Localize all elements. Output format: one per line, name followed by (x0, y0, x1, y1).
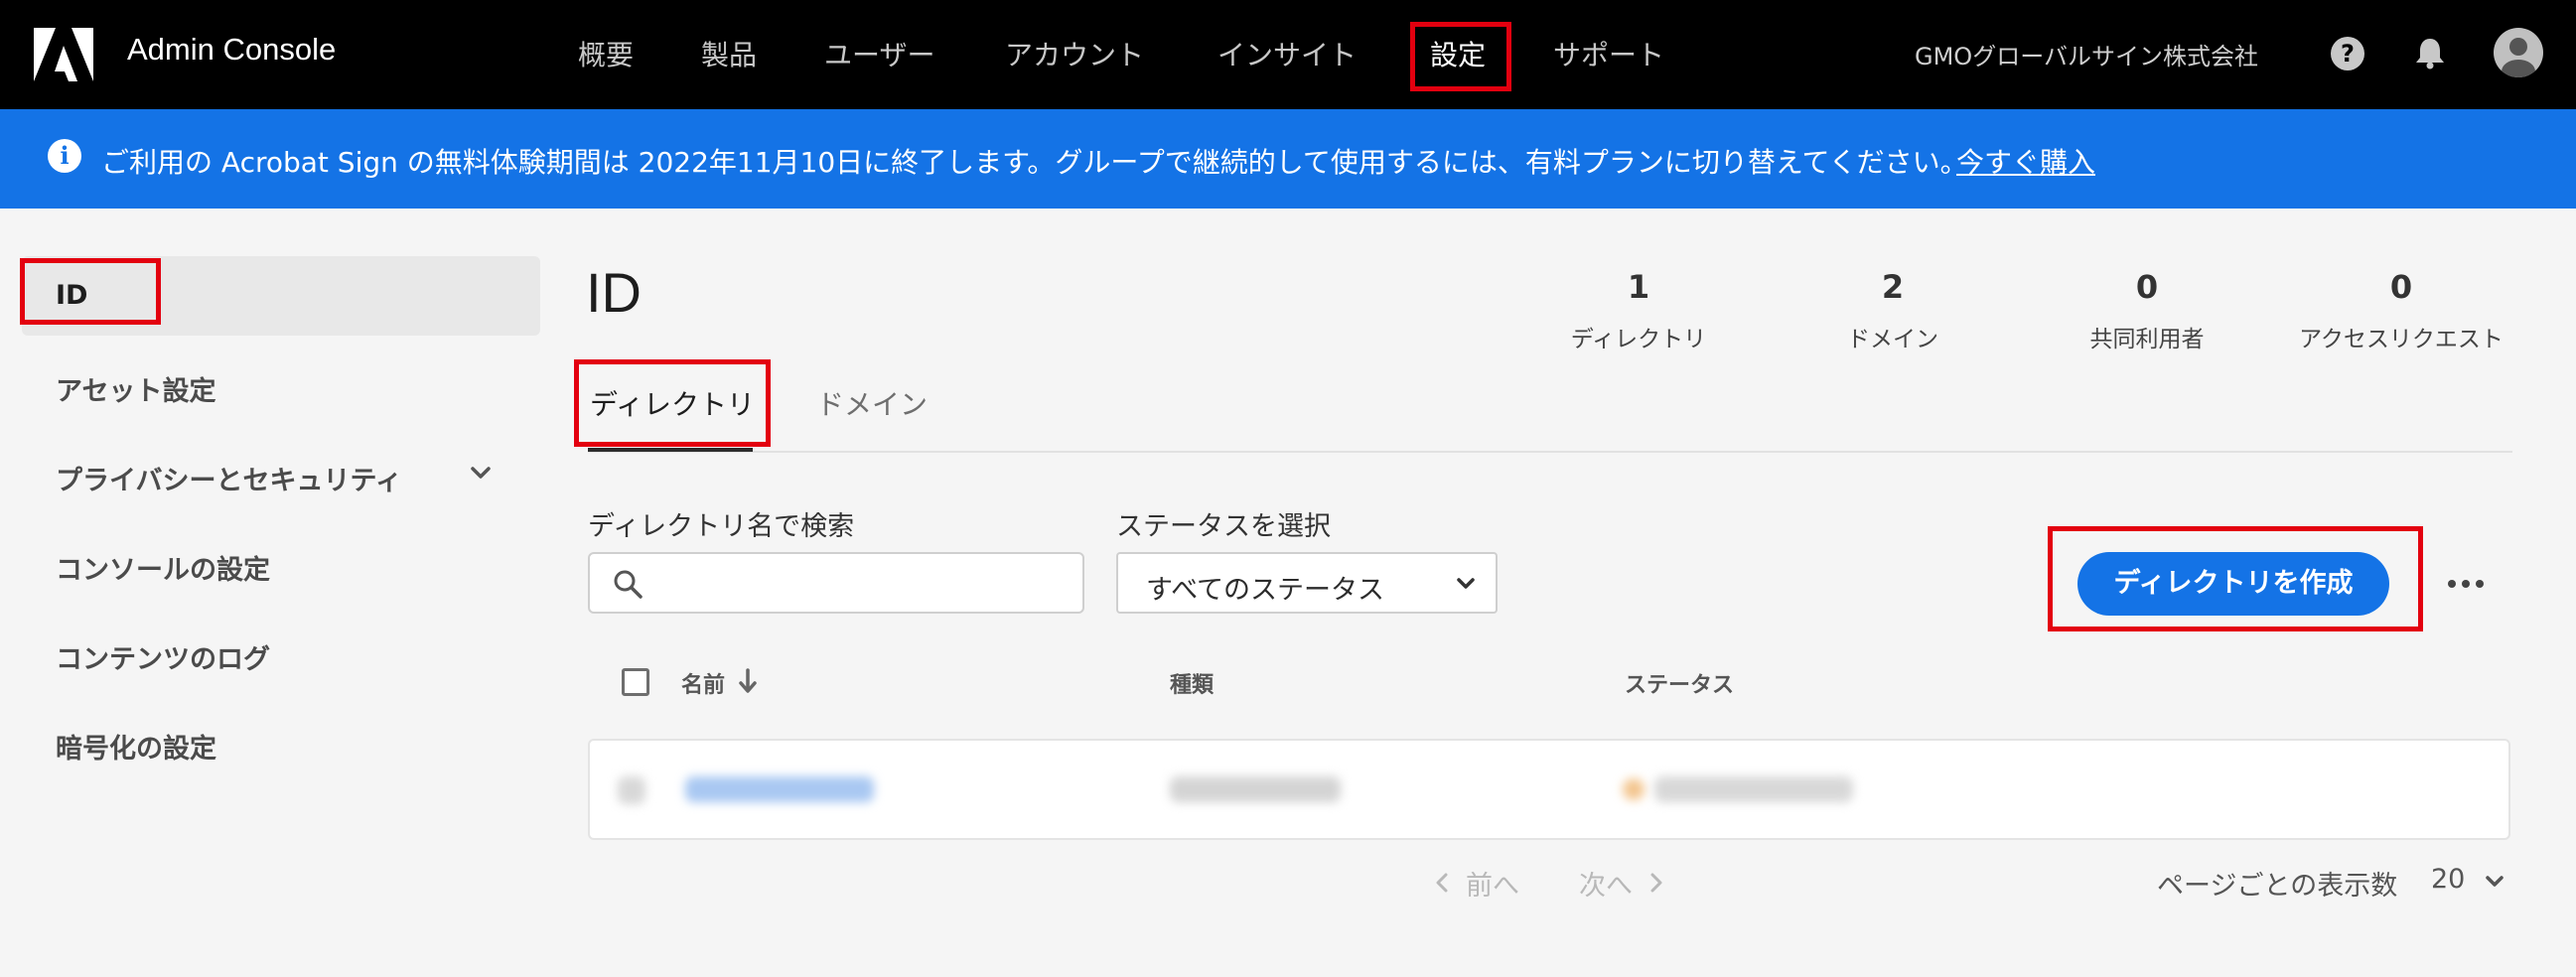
nav-overview[interactable]: 概要 (578, 34, 634, 73)
nav-insights[interactable]: インサイト (1217, 34, 1357, 73)
nav-products[interactable]: 製品 (701, 34, 757, 73)
select-all-checkbox[interactable] (622, 668, 649, 696)
buy-now-link[interactable]: 今すぐ購入 (1956, 141, 2095, 181)
row-checkbox[interactable] (618, 776, 645, 804)
status-select[interactable]: すべてのステータス (1116, 552, 1498, 614)
sort-down-arrow-icon[interactable] (737, 667, 759, 695)
stat-value: 1 (1627, 268, 1650, 306)
column-header-type[interactable]: 種類 (1170, 667, 1214, 699)
search-icon (614, 570, 643, 599)
sidebar-item-encryption-settings[interactable]: 暗号化の設定 (56, 727, 216, 766)
column-header-name[interactable]: 名前 (681, 667, 725, 699)
status-select-value: すべてのステータス (1146, 575, 1385, 606)
column-header-status[interactable]: ステータス (1625, 667, 1734, 699)
search-label: ディレクトリ名で検索 (588, 511, 855, 542)
chevron-right-icon (1650, 873, 1662, 893)
highlight-id (20, 258, 161, 325)
table-row[interactable] (588, 739, 2510, 840)
sidebar-item-console-settings[interactable]: コンソールの設定 (56, 548, 270, 587)
stat-directories: 1 ディレクトリ (1519, 268, 1758, 353)
chevron-down-icon[interactable] (2483, 870, 2506, 894)
nav-users[interactable]: ユーザー (824, 34, 934, 73)
org-switcher[interactable]: GMOグローバルサイン株式会社 (1915, 37, 2258, 71)
tab-divider (588, 451, 2512, 453)
stat-access-requests: 0 アクセスリクエスト (2282, 268, 2520, 353)
stat-value: 0 (2135, 268, 2159, 306)
stat-label: アクセスリクエスト (2299, 327, 2504, 352)
highlight-settings (1410, 22, 1511, 91)
row-status (1654, 776, 1853, 802)
help-icon[interactable]: ? (2331, 37, 2364, 70)
next-page-button[interactable]: 次へ (1579, 864, 1633, 903)
sidebar-item-asset-settings[interactable]: アセット設定 (56, 369, 215, 408)
bell-icon[interactable] (2413, 36, 2447, 70)
highlight-create-button (2048, 526, 2423, 631)
nav-account[interactable]: アカウント (1005, 34, 1144, 73)
stat-label: ディレクトリ (1570, 327, 1707, 352)
status-select-label: ステータスを選択 (1116, 511, 1331, 542)
search-field[interactable] (588, 552, 1084, 614)
sidebar-item-privacy-security[interactable]: プライバシーとセキュリティ (56, 459, 402, 497)
row-name-link[interactable] (685, 776, 874, 802)
trial-banner: i ご利用の Acrobat Sign の無料体験期間は 2022年11月10日… (0, 109, 2576, 209)
top-bar: Admin Console 概要 製品 ユーザー アカウント インサイト 設定 … (0, 0, 2576, 109)
highlight-directories-tab (574, 359, 771, 447)
chevron-left-icon (1436, 873, 1448, 893)
avatar[interactable] (2494, 28, 2543, 77)
info-icon: i (48, 139, 81, 173)
nav-support[interactable]: サポート (1553, 34, 1664, 73)
more-options-icon[interactable] (2446, 578, 2486, 590)
stat-domains: 2 ドメイン (1774, 268, 2012, 353)
row-type (1170, 776, 1341, 802)
status-dot-icon (1623, 778, 1645, 800)
per-page-select[interactable]: 20 (2431, 864, 2465, 895)
banner-message: ご利用の Acrobat Sign の無料体験期間は 2022年11月10日に終… (101, 146, 1968, 179)
page-title: ID (586, 261, 642, 324)
stat-trustees: 0 共同利用者 (2028, 268, 2266, 353)
user-icon (2502, 38, 2535, 77)
active-tab-indicator (588, 448, 753, 452)
per-page-label: ページごとの表示数 (2157, 871, 2398, 902)
stat-label: 共同利用者 (2089, 327, 2205, 352)
stat-value: 0 (2389, 268, 2413, 306)
app-title[interactable]: Admin Console (127, 32, 336, 68)
sidebar-item-content-log[interactable]: コンテンツのログ (56, 637, 270, 676)
prev-page-button[interactable]: 前へ (1466, 864, 1519, 903)
chevron-down-icon[interactable] (467, 459, 495, 487)
stat-label: ドメイン (1847, 327, 1938, 352)
stat-value: 2 (1881, 268, 1905, 306)
tab-domains[interactable]: ドメイン (816, 383, 928, 423)
adobe-logo-icon[interactable] (34, 28, 93, 81)
chevron-down-icon (1457, 578, 1475, 589)
search-input[interactable] (659, 564, 1061, 606)
